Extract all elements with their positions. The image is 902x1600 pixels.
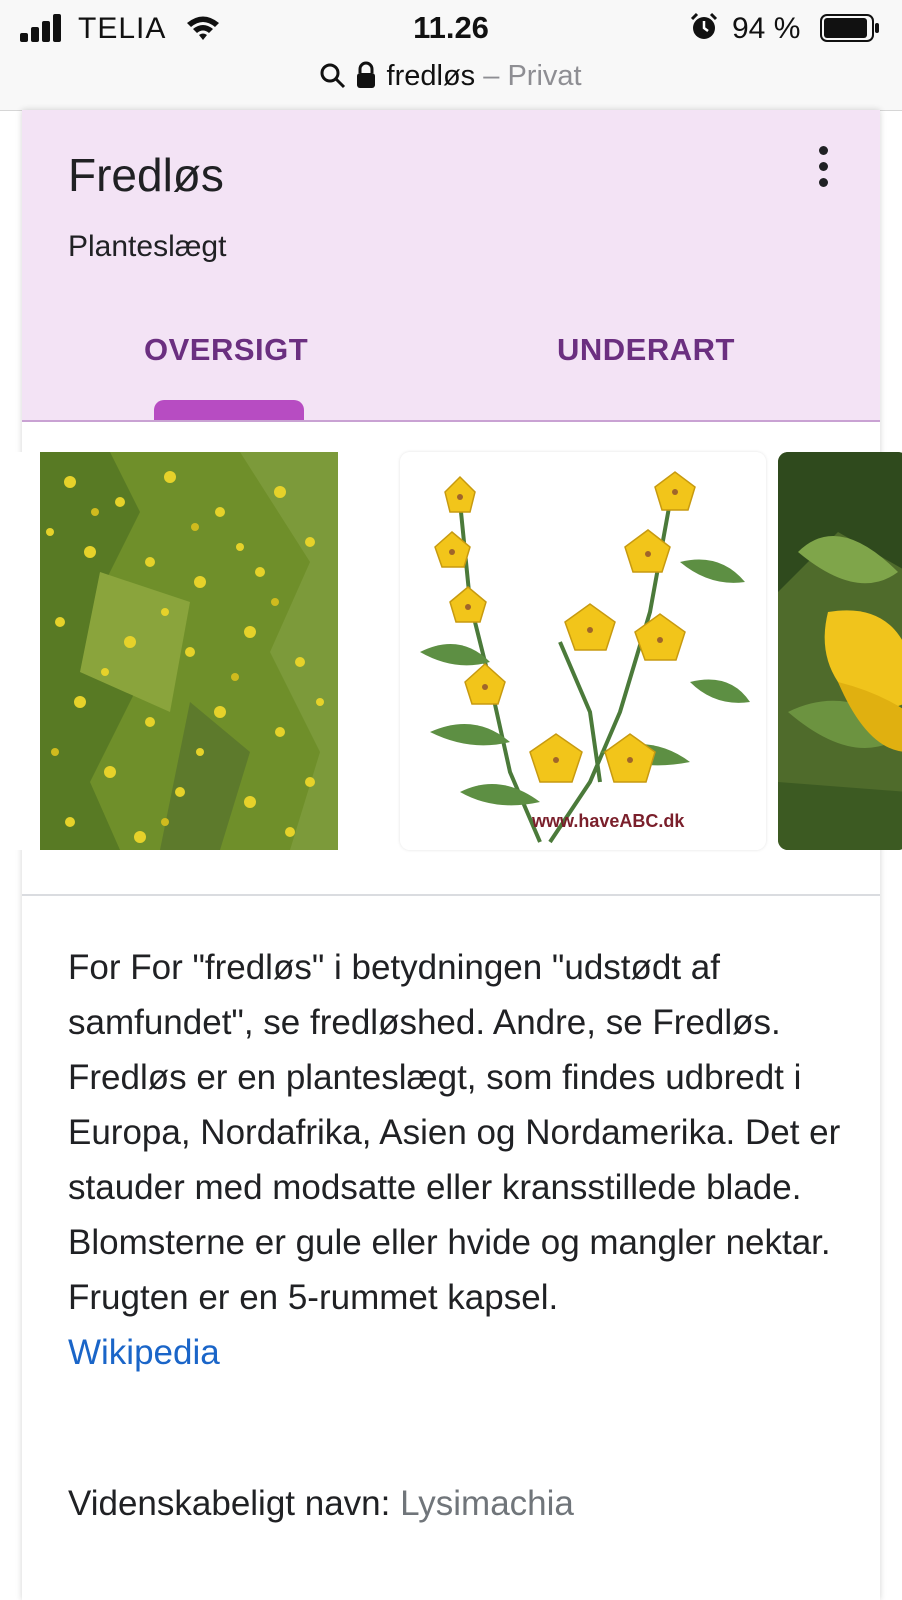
battery-icon [820, 14, 879, 42]
url-separator: – [483, 60, 500, 92]
battery-percentage: 94 % [732, 12, 801, 45]
wikipedia-link[interactable]: Wikipedia [68, 1325, 858, 1380]
image-ground-cover-flowers[interactable] [0, 452, 386, 850]
knowledge-card: Fredløs Planteslægt OVERSIGT UNDERART Fo… [22, 110, 880, 1600]
scientific-name-value: Lysimachia [400, 1484, 574, 1523]
ground-cover-flowers-image [0, 452, 386, 850]
tab-selected-indicator [154, 400, 304, 420]
image-carousel[interactable]: www.haveABC.dk [0, 452, 902, 850]
yellow-flower-closeup-image [778, 452, 902, 850]
tab-underart[interactable]: UNDERART [557, 332, 735, 368]
yellow-loosestrife-drawing-image: www.haveABC.dk [400, 452, 766, 850]
watermark-text: www.haveABC.dk [531, 811, 685, 831]
browsing-mode: Privat [507, 60, 582, 92]
search-icon [320, 63, 346, 89]
alarm-icon [690, 12, 718, 39]
status-bar: TELIA 11.26 94 % [0, 0, 902, 56]
url-bar[interactable]: fredløs – Privat [0, 56, 902, 111]
description-text: For For "fredløs" i betydningen "udstødt… [68, 948, 841, 1317]
lock-icon [357, 61, 376, 88]
description: For For "fredløs" i betydningen "udstødt… [68, 940, 858, 1380]
section-divider [22, 894, 880, 896]
image-yellow-flower-closeup[interactable] [778, 452, 902, 850]
scientific-name: Videnskabeligt navn: Lysimachia [68, 1484, 574, 1524]
entity-subtitle: Planteslægt [68, 230, 227, 263]
card-header: Fredløs Planteslægt OVERSIGT UNDERART [22, 110, 880, 422]
image-yellow-loosestrife-drawing[interactable]: www.haveABC.dk [400, 452, 766, 850]
more-vert-icon[interactable] [812, 146, 836, 190]
scientific-name-label: Videnskabeligt navn: [68, 1484, 391, 1523]
tab-oversigt[interactable]: OVERSIGT [144, 332, 308, 368]
entity-title: Fredløs [68, 149, 224, 201]
url-text: fredløs [386, 60, 476, 92]
